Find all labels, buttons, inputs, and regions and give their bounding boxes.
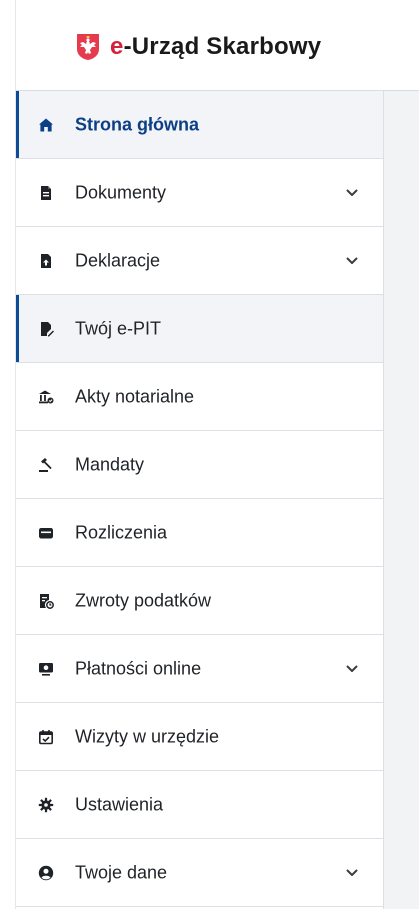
sidebar-item-wizyty-w-urzedzie[interactable]: Wizyty w urzędzie <box>16 703 383 771</box>
online-payment-icon <box>39 662 53 676</box>
sidebar-item-twoj-e-pit[interactable]: Twój e-PIT <box>16 295 383 363</box>
sidebar-item-deklaracje[interactable]: Deklaracje <box>16 227 383 295</box>
sidebar-item-label: Strona główna <box>75 114 200 134</box>
sidebar-item-label: Płatności online <box>75 658 202 678</box>
sidebar-item-akty-notarialne[interactable]: Akty notarialne <box>16 363 383 431</box>
sidebar-item-ustawienia[interactable]: Ustawienia <box>16 771 383 839</box>
sidebar-item-label: Ustawienia <box>75 794 164 814</box>
sidebar-item-label: Rozliczenia <box>75 522 168 542</box>
sidebar-item-label: Twój e-PIT <box>75 318 162 338</box>
document-edit-icon <box>41 321 54 336</box>
chevron-down-icon[interactable] <box>346 257 358 265</box>
wallet-icon <box>39 527 53 538</box>
user-circle-icon <box>38 865 54 880</box>
gear-icon <box>38 797 54 812</box>
home-icon <box>39 118 53 131</box>
notary-building-icon <box>39 390 54 403</box>
sidebar-item-label: Deklaracje <box>75 250 161 270</box>
app-title-prefix: e <box>110 33 124 60</box>
sidebar-item-label: Wizyty w urzędzie <box>75 726 220 746</box>
app-title: e-Urząd Skarbowy <box>110 35 321 59</box>
document-icon <box>41 185 51 200</box>
calendar-check-icon <box>38 729 53 744</box>
chevron-down-icon[interactable] <box>346 869 358 877</box>
sidebar-item-label: Dokumenty <box>75 182 167 202</box>
gavel-icon <box>39 457 52 472</box>
app-header: e-Urząd Skarbowy <box>16 0 419 91</box>
sidebar-item-mandaty[interactable]: Mandaty <box>16 431 383 499</box>
chevron-down-icon[interactable] <box>346 189 358 197</box>
sidebar-nav: Strona główna Dokumenty Deklaracje Twój … <box>16 91 384 909</box>
document-upload-icon <box>41 253 51 268</box>
sidebar-item-label: Akty notarialne <box>75 386 195 406</box>
page: e-Urząd Skarbowy Strona główna Dokumenty <box>0 0 419 909</box>
chevron-down-icon[interactable] <box>346 665 358 673</box>
left-edge-strip <box>0 0 16 909</box>
main-content-area <box>384 91 419 909</box>
polish-eagle-emblem-icon <box>77 34 99 60</box>
app-title-rest: -Urząd Skarbowy <box>123 33 322 60</box>
sidebar-item-strona-glowna[interactable]: Strona główna <box>16 91 383 159</box>
app-logo[interactable]: e-Urząd Skarbowy <box>76 29 321 65</box>
sidebar-item-label: Twoje dane <box>75 862 168 882</box>
sidebar-item-twoje-dane[interactable]: Twoje dane <box>16 839 383 907</box>
sidebar-item-platnosci-online[interactable]: Płatności online <box>16 635 383 703</box>
sidebar-item-label: Mandaty <box>75 454 145 474</box>
sidebar-item-rozliczenia[interactable]: Rozliczenia <box>16 499 383 567</box>
sidebar-item-zwroty-podatkow[interactable]: Zwroty podatków <box>16 567 383 635</box>
sidebar-item-dokumenty[interactable]: Dokumenty <box>16 159 383 227</box>
tax-refund-icon <box>40 593 54 609</box>
sidebar-item-label: Zwroty podatków <box>75 590 212 610</box>
